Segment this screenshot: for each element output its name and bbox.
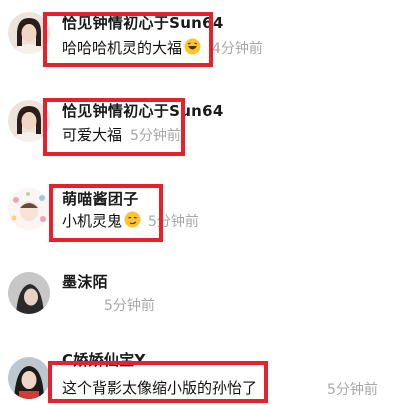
highlight-box [48,361,268,403]
highlight-box [43,12,213,67]
comment-time: 5分钟前 [327,382,378,398]
comment-item: 墨沫陌 5分钟前 [0,262,404,342]
highlight-box [49,184,163,242]
highlight-box [43,98,185,156]
avatar[interactable] [8,272,50,314]
avatar[interactable] [8,188,50,230]
comment-time: 4分钟前 [212,41,263,57]
comment-time: 5分钟前 [104,298,155,314]
avatar[interactable] [8,357,50,399]
commenter-name[interactable]: 墨沫陌 [62,271,108,292]
